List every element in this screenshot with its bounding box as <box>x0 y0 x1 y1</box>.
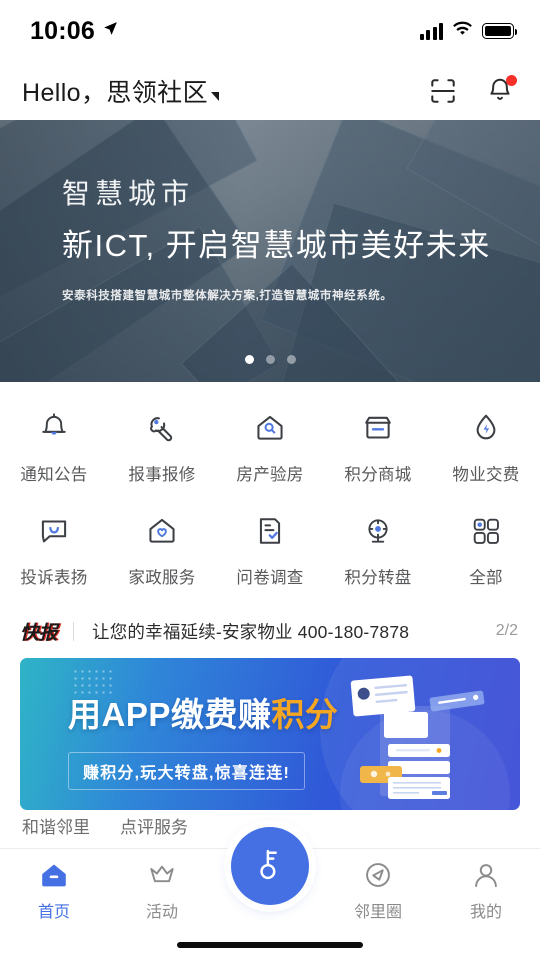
home-icon <box>38 859 70 891</box>
scan-button[interactable] <box>428 76 458 106</box>
compass-icon <box>362 859 394 891</box>
status-bar: 10:06 <box>0 0 540 62</box>
hero-subtitle: 新ICT, 开启智慧城市美好未来 <box>62 228 491 263</box>
tab-label: 活动 <box>145 904 178 921</box>
app-screen: 10:06 Hello，思领社区 智慧城市 新ICT, 开启智慧城市美好未来 安… <box>0 0 540 960</box>
news-tag: 快报 <box>20 622 58 644</box>
promo-subtext: 赚积分,玩大转盘,惊喜连连! <box>68 752 306 790</box>
news-text[interactable]: 让您的幸福延续-安家物业 400-180-7878 <box>74 619 486 644</box>
section-titles: 和谐邻里 点评服务 <box>22 813 188 838</box>
carousel-dot[interactable] <box>244 355 254 364</box>
hero-text: 智慧城市 新ICT, 开启智慧城市美好未来 安泰科技搭建智慧城市整体解决方案,打… <box>62 172 491 303</box>
wifi-icon <box>452 21 473 42</box>
tab-home[interactable]: 首页 <box>0 859 108 922</box>
grid-item-inspect[interactable]: 房产验房 <box>216 402 324 491</box>
document-check-icon <box>250 511 290 551</box>
carousel-dots[interactable] <box>0 355 540 364</box>
tab-label: 邻里圈 <box>353 904 402 921</box>
news-ticker[interactable]: 快报 让您的幸福延续-安家物业 400-180-7878 2/2 <box>0 608 540 654</box>
battery-full-icon <box>482 23 518 39</box>
grid-item-label: 家政服务 <box>128 569 196 587</box>
grid-apps-icon <box>466 511 506 551</box>
status-right <box>419 21 518 42</box>
grid-item-housekeeping[interactable]: 家政服务 <box>108 505 216 594</box>
carousel-dot[interactable] <box>265 355 275 364</box>
news-counter: 2/2 <box>495 622 518 639</box>
grid-item-mall[interactable]: 积分商城 <box>324 402 432 491</box>
grid-item-wheel[interactable]: 积分转盘 <box>324 505 432 594</box>
crown-icon <box>146 859 178 891</box>
store-icon <box>358 408 398 448</box>
grid-item-label: 报事报修 <box>128 466 196 484</box>
grid-item-label: 全部 <box>469 569 503 587</box>
tab-profile[interactable]: 我的 <box>432 859 540 922</box>
promo-text: 用APP缴费赚积分 赚积分,玩大转盘,惊喜连连! <box>68 688 338 790</box>
wrench-icon <box>142 408 182 448</box>
header-actions <box>428 75 517 108</box>
greeting-text: Hello，思领社区 <box>22 79 208 107</box>
grid-item-label: 房产验房 <box>236 466 304 484</box>
notification-badge <box>506 75 517 86</box>
hero-description: 安泰科技搭建智慧城市整体解决方案,打造智慧城市神经系统。 <box>62 290 393 302</box>
water-drop-bolt-icon <box>466 408 506 448</box>
key-icon <box>250 844 290 889</box>
promo-headline: 用APP缴费赚积分 <box>68 688 338 736</box>
location-arrow-icon <box>102 20 119 42</box>
person-icon <box>470 859 502 891</box>
grid-item-label: 问卷调查 <box>236 569 304 587</box>
app-header: Hello，思领社区 <box>0 62 540 120</box>
grid-item-notice[interactable]: 通知公告 <box>0 402 108 491</box>
hero-title: 智慧城市 <box>62 178 195 209</box>
grid-item-label: 通知公告 <box>20 466 88 484</box>
promo-headline-a: 用APP缴费赚 <box>68 696 272 733</box>
grid-item-repair[interactable]: 报事报修 <box>108 402 216 491</box>
status-time: 10:06 <box>30 16 95 45</box>
home-indicator <box>177 942 363 948</box>
grid-item-complaint[interactable]: 投诉表扬 <box>0 505 108 594</box>
tab-neighborhood[interactable]: 邻里圈 <box>324 859 432 922</box>
grid-item-survey[interactable]: 问卷调查 <box>216 505 324 594</box>
house-heart-icon <box>142 511 182 551</box>
grid-item-all[interactable]: 全部 <box>432 505 540 594</box>
community-selector[interactable]: Hello，思领社区 <box>22 73 219 109</box>
key-action-button[interactable] <box>231 827 309 905</box>
caret-down-icon <box>210 91 219 101</box>
grid-item-label: 投诉表扬 <box>20 569 88 587</box>
cellular-bars-icon <box>419 23 443 40</box>
carousel-dot[interactable] <box>286 355 296 364</box>
grid-item-label: 积分商城 <box>344 466 412 484</box>
promo-section: 用APP缴费赚积分 赚积分,玩大转盘,惊喜连连! <box>0 654 540 810</box>
bell-icon <box>34 408 74 448</box>
tab-label: 我的 <box>469 904 502 921</box>
status-left: 10:06 <box>30 17 119 46</box>
speech-bubble-smile-icon <box>34 511 74 551</box>
service-grid: 通知公告 报事报修 房产验房 积分商城 物业交费 投诉表扬 家政服务 问卷调查 … <box>0 382 540 600</box>
hero-carousel[interactable]: 智慧城市 新ICT, 开启智慧城市美好未来 安泰科技搭建智慧城市整体解决方案,打… <box>0 120 540 382</box>
tab-activity[interactable]: 活动 <box>108 859 216 922</box>
grid-item-utilities[interactable]: 物业交费 <box>432 402 540 491</box>
documents-illustration <box>350 675 485 799</box>
promo-headline-highlight: 积分 <box>271 696 339 733</box>
tab-label: 首页 <box>37 904 70 921</box>
promo-banner[interactable]: 用APP缴费赚积分 赚积分,玩大转盘,惊喜连连! <box>20 658 520 810</box>
bell-icon <box>486 78 514 108</box>
notifications-button[interactable] <box>486 75 517 108</box>
section-title-neighborhood[interactable]: 和谐邻里 <box>22 813 90 838</box>
prize-wheel-icon <box>358 511 398 551</box>
grid-item-label: 物业交费 <box>452 466 520 484</box>
scan-icon <box>428 79 458 110</box>
section-title-reviews[interactable]: 点评服务 <box>120 813 188 838</box>
house-search-icon <box>250 408 290 448</box>
grid-item-label: 积分转盘 <box>344 569 412 587</box>
